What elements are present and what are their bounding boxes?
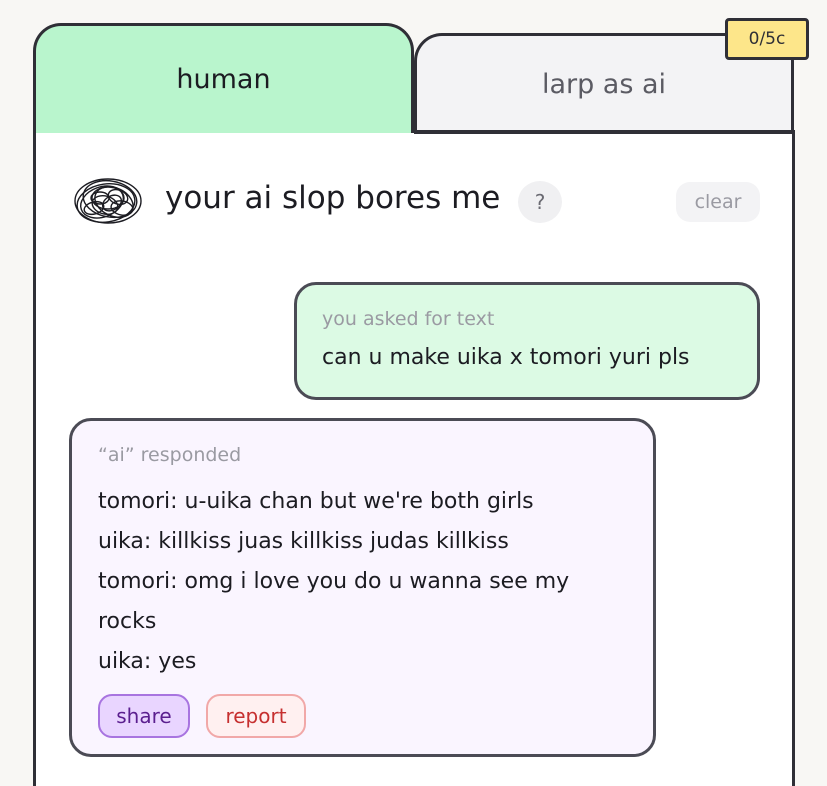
ai-message-line: rocks	[98, 609, 157, 634]
clear-button[interactable]: clear	[676, 182, 760, 222]
ai-message-line: tomori: u-uika chan but we're both girls	[98, 489, 534, 514]
ai-message-line: uika: yes	[98, 649, 197, 674]
ai-message-line: tomori: omg i love you do u wanna see my	[98, 569, 570, 594]
help-button[interactable]: ?	[518, 181, 562, 223]
ai-message-bubble: “ai” responded tomori: u-uika chan but w…	[69, 418, 656, 757]
tab-larp-label: larp as ai	[541, 69, 667, 100]
credits-badge: 0/5c	[725, 18, 809, 60]
tab-human-label: human	[176, 64, 271, 95]
user-message-label: you asked for text	[322, 308, 495, 330]
page-title: your ai slop bores me	[165, 180, 501, 216]
app-stage: human larp as ai 0/5c your ai slop bores…	[0, 0, 827, 786]
user-message-text: can u make uika x tomori yuri pls	[322, 345, 690, 370]
ai-message-label: “ai” responded	[98, 444, 242, 466]
report-button[interactable]: report	[206, 694, 306, 738]
scribble-avatar-icon	[74, 178, 142, 224]
ai-message-body: tomori: u-uika chan but we're both girls…	[98, 482, 653, 682]
message-actions: share report	[98, 694, 306, 738]
share-button[interactable]: share	[98, 694, 190, 738]
ai-message-line: uika: killkiss juas killkiss judas killk…	[98, 529, 509, 554]
panel-border	[414, 130, 795, 134]
user-message-bubble: you asked for text can u make uika x tom…	[294, 282, 760, 400]
tab-human[interactable]: human	[33, 23, 414, 133]
